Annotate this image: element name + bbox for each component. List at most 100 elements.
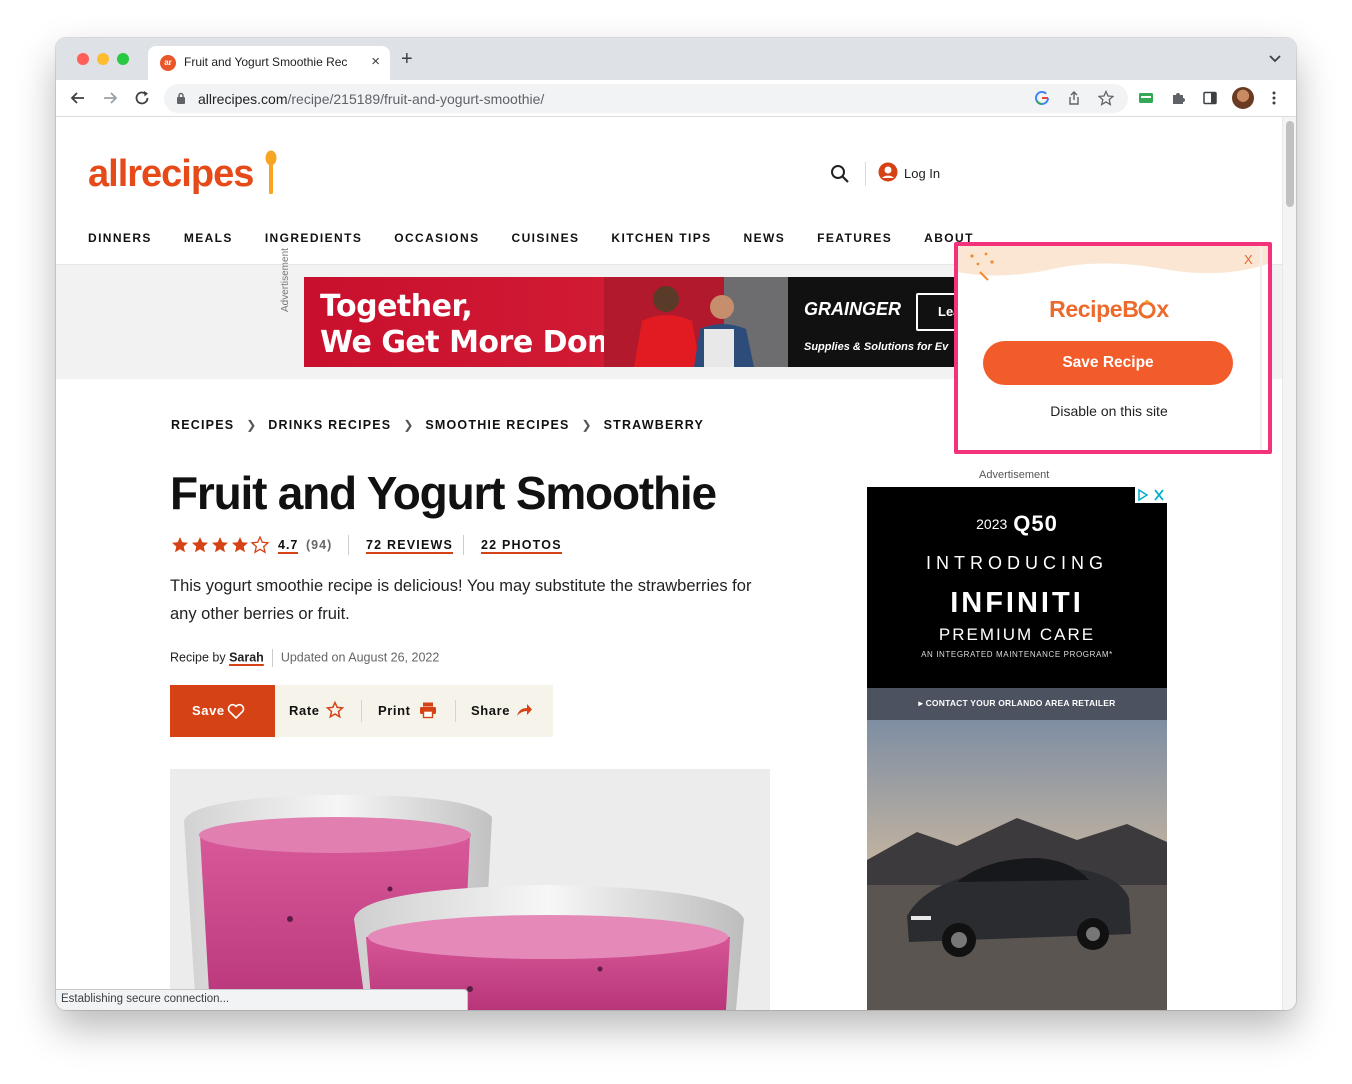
extensions-puzzle-icon[interactable] xyxy=(1170,90,1186,106)
printer-icon[interactable] xyxy=(419,701,437,719)
recipe-description: This yogurt smoothie recipe is delicious… xyxy=(170,577,752,623)
model-name: Q50 xyxy=(1013,511,1058,536)
browser-window: ar Fruit and Yogurt Smoothie Rec × + all… xyxy=(56,38,1296,1010)
infiniti-side-ad[interactable]: 2023 Q50 INTRODUCING INFINITI PREMIUM CAR… xyxy=(867,487,1167,1010)
url-text[interactable]: allrecipes.com/recipe/215189/fruit-and-y… xyxy=(198,91,544,107)
nav-item-features[interactable]: FEATURES xyxy=(817,231,892,245)
nav-item-ingredients[interactable]: INGREDIENTS xyxy=(265,231,362,245)
premium-care-text: PREMIUM CARE xyxy=(938,625,1096,644)
recipebox-brand-suffix: x xyxy=(1156,296,1169,322)
recipe-title: Fruit and Yogurt Smoothie xyxy=(170,467,717,519)
share-button[interactable]: Share xyxy=(471,703,510,718)
adchoices-icon[interactable] xyxy=(1135,487,1167,503)
header-divider xyxy=(865,162,866,186)
rating-value[interactable]: 4.7 xyxy=(278,538,299,554)
zoom-window-button[interactable] xyxy=(117,53,129,65)
save-label: Save xyxy=(192,703,225,718)
disable-on-site-link[interactable]: Disable on this site xyxy=(958,403,1260,419)
scrollbar-thumb[interactable] xyxy=(1286,121,1294,207)
extension-card-icon[interactable] xyxy=(1138,90,1154,106)
login-link[interactable]: Log In xyxy=(904,166,940,181)
nav-item-dinners[interactable]: DINNERS xyxy=(88,231,152,245)
print-button[interactable]: Print xyxy=(378,703,411,718)
smoothie-glasses-image xyxy=(170,769,770,1010)
status-bubble: Establishing secure connection... xyxy=(56,989,468,1010)
popup-edge xyxy=(1260,246,1262,450)
byline-divider xyxy=(271,649,273,667)
web-page: allrecipes Log In DINNERS MEALS INGREDIENT… xyxy=(56,117,1282,1010)
breadcrumb-smoothie[interactable]: SMOOTHIE RECIPES xyxy=(425,418,569,432)
recipebox-pot-icon xyxy=(1138,300,1156,319)
car-scene-image xyxy=(867,720,1167,1010)
back-arrow-icon[interactable] xyxy=(68,88,88,108)
grainger-banner-ad[interactable]: Together, We Get More Done GRAINGER Lea … xyxy=(304,277,1032,367)
tab-title: Fruit and Yogurt Smoothie Rec xyxy=(184,55,348,69)
breadcrumb-strawberry[interactable]: STRAWBERRY xyxy=(604,418,704,432)
allrecipes-logo[interactable]: allrecipes xyxy=(88,153,254,196)
model-year: 2023 xyxy=(976,516,1008,532)
tab-search-chevron-icon[interactable] xyxy=(1268,51,1282,65)
recipe-photo[interactable] xyxy=(170,769,770,1010)
meta-divider xyxy=(463,535,464,555)
ad-label-vertical: Advertisement xyxy=(280,248,291,312)
contact-text: CONTACT YOUR ORLANDO AREA RETAILER xyxy=(925,698,1116,708)
profile-avatar[interactable] xyxy=(1232,87,1254,109)
meta-divider xyxy=(348,535,349,555)
reload-icon[interactable] xyxy=(132,88,152,108)
share-icon[interactable] xyxy=(1066,90,1082,106)
chevron-right-icon: ❯ xyxy=(246,418,257,432)
kebab-menu-icon[interactable] xyxy=(1266,90,1282,106)
nav-item-kitchen-tips[interactable]: KITCHEN TIPS xyxy=(611,231,711,245)
rate-button[interactable]: Rate xyxy=(289,703,320,718)
chevron-right-icon: ❯ xyxy=(403,418,414,432)
minimize-window-button[interactable] xyxy=(97,53,109,65)
reviews-link[interactable]: 72 REVIEWS xyxy=(366,538,454,554)
byline-prefix: Recipe by xyxy=(170,650,226,665)
breadcrumb-drinks[interactable]: DRINKS RECIPES xyxy=(268,418,391,432)
nav-item-meals[interactable]: MEALS xyxy=(184,231,233,245)
nav-item-occasions[interactable]: OCCASIONS xyxy=(394,231,479,245)
bookmark-star-icon[interactable] xyxy=(1098,90,1114,106)
save-button[interactable]: Save xyxy=(170,685,275,737)
action-divider xyxy=(361,700,362,722)
tab-close-icon[interactable]: × xyxy=(371,53,380,70)
tab-strip: ar Fruit and Yogurt Smoothie Rec × + xyxy=(56,38,1296,80)
star-outline-icon[interactable] xyxy=(326,701,344,719)
grainger-logo: GRAINGER xyxy=(804,299,902,319)
photos-link[interactable]: 22 PHOTOS xyxy=(481,538,562,554)
url-host: allrecipes.com xyxy=(198,91,288,107)
address-bar[interactable]: allrecipes.com/recipe/215189/fruit-and-y… xyxy=(164,84,1128,113)
breadcrumb-recipes[interactable]: RECIPES xyxy=(171,418,234,432)
heart-icon xyxy=(227,703,245,720)
page-scrollbar[interactable] xyxy=(1282,117,1296,1010)
forward-arrow-icon[interactable] xyxy=(100,88,120,108)
browser-tab[interactable]: ar Fruit and Yogurt Smoothie Rec × xyxy=(148,46,390,80)
rating-stars-icon[interactable] xyxy=(171,536,271,554)
allrecipes-favicon-icon: ar xyxy=(160,55,176,71)
share-arrow-icon[interactable] xyxy=(515,701,533,719)
main-nav: DINNERS MEALS INGREDIENTS OCCASIONS CUISINES… xyxy=(88,229,1006,249)
popup-header-wave xyxy=(958,246,1268,281)
nav-item-news[interactable]: NEWS xyxy=(744,231,786,245)
close-window-button[interactable] xyxy=(77,53,89,65)
side-panel-icon[interactable] xyxy=(1202,90,1218,106)
byline: Recipe by Sarah Updated on August 26, 202… xyxy=(170,649,439,667)
user-account-icon[interactable] xyxy=(878,162,898,182)
recipebox-popup: X RecipeB x Save Recipe Disable on this s… xyxy=(954,242,1272,454)
lock-icon[interactable] xyxy=(176,92,186,104)
banner-workers-image xyxy=(604,277,788,367)
status-text: Establishing secure connection... xyxy=(61,993,230,1005)
breadcrumb: RECIPES ❯ DRINKS RECIPES ❯ SMOOTHIE RECIPES ❯… xyxy=(171,416,704,434)
google-lens-icon[interactable] xyxy=(1034,90,1050,106)
side-ad-label: Advertisement xyxy=(979,469,1050,481)
nav-item-cuisines[interactable]: CUISINES xyxy=(512,231,580,245)
search-icon[interactable] xyxy=(830,164,850,184)
author-link[interactable]: Sarah xyxy=(229,650,264,664)
new-tab-button[interactable]: + xyxy=(401,48,413,71)
popup-close-button[interactable]: X xyxy=(1244,252,1253,267)
recipebox-logo: RecipeB x xyxy=(958,296,1260,323)
infiniti-brand: INFINITI xyxy=(950,587,1084,619)
contact-retailer-button[interactable]: ▸ CONTACT YOUR ORLANDO AREA RETAILER xyxy=(867,688,1167,720)
rating-count: (94) xyxy=(306,538,333,552)
save-recipe-button[interactable]: Save Recipe xyxy=(983,341,1233,385)
